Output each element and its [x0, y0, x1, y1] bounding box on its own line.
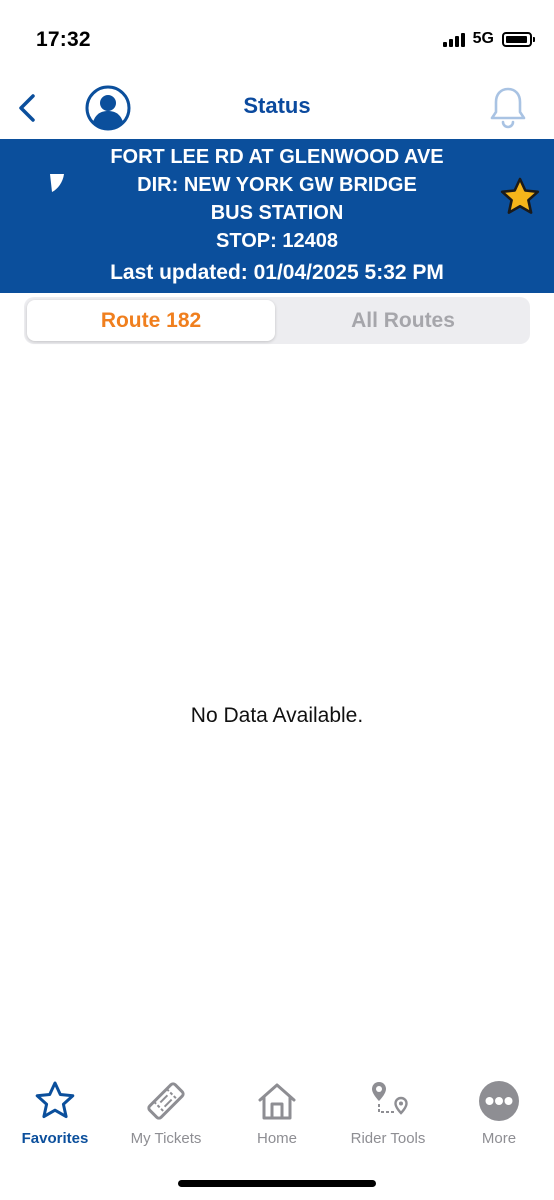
stop-info-banner: FORT LEE RD AT GLENWOOD AVE DIR: NEW YOR…: [0, 139, 554, 293]
battery-icon: [502, 31, 535, 47]
route-segmented-control: Route 182 All Routes: [24, 297, 530, 344]
tab-more[interactable]: More: [444, 1078, 554, 1158]
stop-number: STOP: 12408: [216, 230, 338, 252]
tab-all-routes[interactable]: All Routes: [279, 300, 527, 341]
home-icon: [258, 1083, 296, 1120]
status-bar: 17:32 5G: [0, 0, 554, 80]
tab-favorites[interactable]: Favorites: [0, 1078, 110, 1158]
nav-bar: Status: [0, 80, 554, 138]
stop-direction: DIR: NEW YORK GW BRIDGE: [137, 174, 417, 196]
more-dots-icon: [479, 1081, 519, 1121]
tab-route-182[interactable]: Route 182: [27, 300, 275, 341]
tab-home-label: Home: [256, 1130, 297, 1147]
stop-direction-cont: BUS STATION: [210, 202, 344, 224]
network-label: 5G: [472, 30, 494, 47]
tab-my-tickets[interactable]: My Tickets: [111, 1078, 221, 1158]
tab-favorites-label: Favorites: [21, 1130, 89, 1147]
bell-icon: [490, 87, 526, 129]
favorite-button[interactable]: [498, 175, 542, 219]
stop-name: FORT LEE RD AT GLENWOOD AVE: [110, 146, 444, 168]
tab-home[interactable]: Home: [222, 1078, 332, 1158]
tab-more-label: More: [481, 1130, 517, 1147]
tab-my-tickets-label: My Tickets: [130, 1130, 202, 1147]
tab-rider-tools-label: Rider Tools: [350, 1130, 426, 1147]
notifications-button[interactable]: [488, 84, 528, 130]
empty-state-message: No Data Available.: [190, 704, 364, 727]
stop-details: FORT LEE RD AT GLENWOOD AVE DIR: NEW YOR…: [0, 143, 554, 255]
last-updated: Last updated: 01/04/2025 5:32 PM: [110, 261, 444, 284]
status-time: 17:32: [36, 28, 91, 51]
home-indicator[interactable]: [178, 1180, 376, 1187]
bottom-tab-bar: Favorites My Tickets Home Rider Tools Mo…: [0, 1078, 554, 1158]
star-icon: [35, 1081, 75, 1119]
signal-bars-icon: [442, 31, 465, 47]
status-indicators: 5G: [442, 30, 535, 48]
tab-rider-tools[interactable]: Rider Tools: [333, 1078, 443, 1158]
ticket-icon: [147, 1082, 185, 1120]
page-title: Status: [243, 93, 311, 118]
star-icon: [500, 177, 540, 214]
loading-wedge-icon: [50, 174, 64, 192]
route-pins-icon: [372, 1082, 408, 1115]
